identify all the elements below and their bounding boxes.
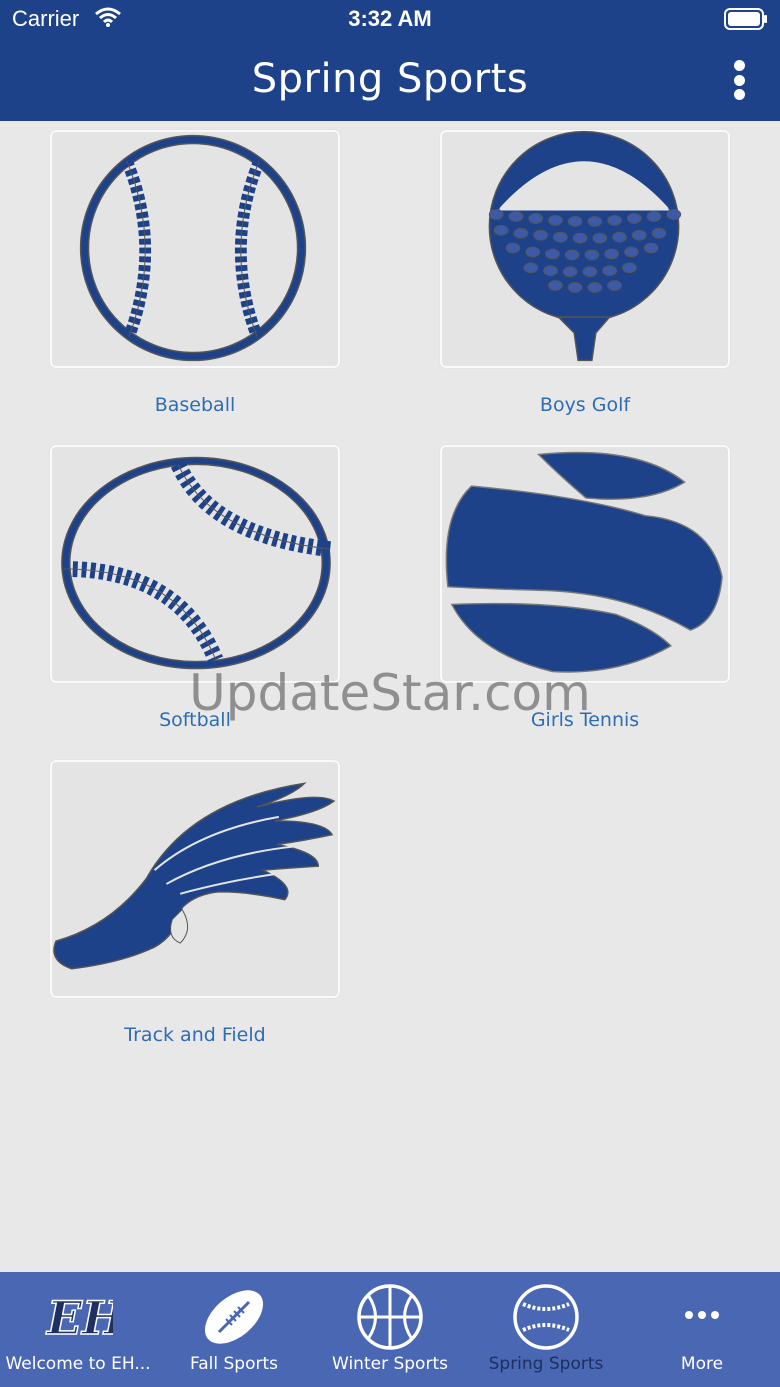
page-title: Spring Sports (251, 56, 529, 102)
baseball-icon (79, 134, 307, 362)
tab-winter-sports[interactable]: Winter Sports (312, 1272, 468, 1387)
football-icon (204, 1290, 264, 1344)
tab-label-fall-sports: Fall Sports (190, 1354, 278, 1374)
sport-label-baseball[interactable]: Baseball (50, 394, 340, 416)
battery-icon (724, 8, 767, 30)
sport-label-girls-tennis[interactable]: Girls Tennis (440, 709, 730, 731)
svg-text:EH: EH (45, 1291, 113, 1345)
more-options-button[interactable] (718, 58, 760, 102)
tab-spring-sports[interactable]: Spring Sports (468, 1272, 624, 1387)
tab-welcome[interactable]: EH Welcome to EH... (0, 1272, 156, 1387)
tab-fall-sports[interactable]: Fall Sports (156, 1272, 312, 1387)
tab-label-spring-sports: Spring Sports (488, 1354, 604, 1374)
tab-bar: EH Welcome to EH... Fall Sports Winter S… (0, 1272, 780, 1387)
more-dots-icon (685, 1311, 719, 1319)
baseball-icon (513, 1284, 579, 1350)
eh-logo-icon: EH (44, 1290, 113, 1346)
sport-label-boys-golf[interactable]: Boys Golf (440, 394, 730, 416)
tab-more[interactable]: More (624, 1272, 780, 1387)
sport-label-softball[interactable]: Softball (50, 709, 340, 731)
tab-label-more: More (680, 1354, 724, 1374)
basketball-icon (357, 1284, 423, 1350)
sport-tile-baseball[interactable] (50, 130, 340, 368)
softball-icon (61, 456, 332, 670)
status-bar: Carrier 3:32 AM (0, 0, 780, 40)
status-time: 3:32 AM (348, 6, 432, 31)
tab-label-welcome: Welcome to EH... (5, 1354, 151, 1374)
sport-tile-track-and-field[interactable] (50, 760, 340, 998)
header-bar: Spring Sports (0, 40, 780, 121)
tennis-ball-icon (445, 451, 723, 673)
winged-shoe-icon (53, 782, 336, 970)
tab-label-winter-sports: Winter Sports (332, 1354, 448, 1374)
sport-tile-boys-golf[interactable] (440, 130, 730, 368)
sport-tile-girls-tennis[interactable] (440, 445, 730, 683)
more-vertical-icon (733, 60, 745, 71)
sport-label-track-and-field[interactable]: Track and Field (50, 1024, 340, 1046)
golf-ball-icon (488, 130, 682, 362)
sport-tile-softball[interactable] (50, 445, 340, 683)
